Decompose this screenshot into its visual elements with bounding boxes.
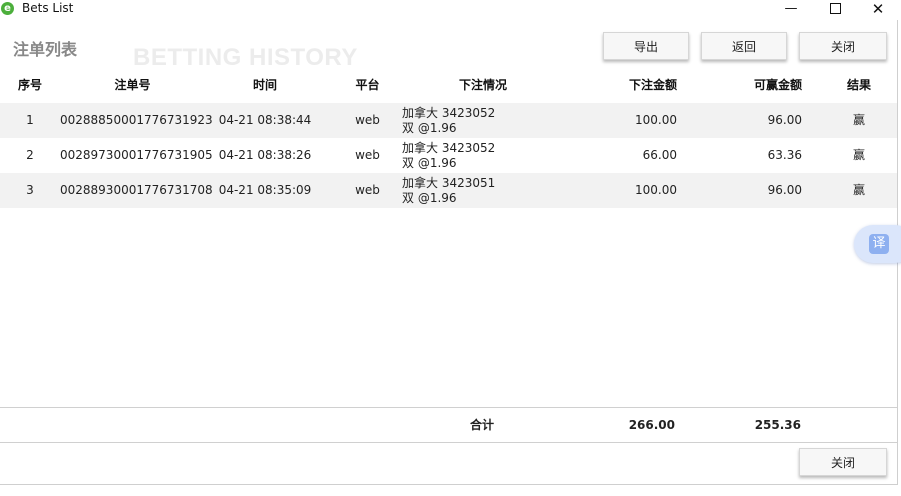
cell-seq: 3: [26, 183, 34, 197]
summary-total-win: 255.36: [754, 418, 801, 432]
bet-line-2: 双 @1.96: [402, 121, 457, 135]
close-button-top[interactable]: 关闭: [799, 32, 887, 60]
cell-bet-id: 00288930001776731708: [60, 183, 213, 197]
minimize-button[interactable]: —: [771, 0, 811, 20]
table-row[interactable]: 2 00289730001776731905 04-21 08:38:26 we…: [0, 138, 897, 173]
content-frame: 注单列表 BETTING HISTORY 导出 返回 关闭 序号 注单号 时间 …: [0, 20, 898, 485]
maximize-icon: [829, 3, 841, 14]
window-close-button[interactable]: ✕: [858, 0, 898, 20]
cell-amount: 66.00: [642, 148, 677, 162]
cell-result: 赢: [852, 113, 865, 127]
cell-platform: web: [355, 113, 380, 127]
back-button[interactable]: 返回: [701, 32, 787, 60]
cell-time: 04-21 08:38:44: [218, 113, 312, 127]
table-header: 序号 注单号 时间 平台 下注情况 下注金额 可赢金额 结果: [0, 67, 897, 103]
cell-amount: 100.00: [635, 113, 677, 127]
column-header-time: 时间: [252, 78, 277, 92]
cell-result: 赢: [852, 148, 865, 162]
cell-win: 96.00: [767, 113, 802, 127]
cell-win: 63.36: [767, 148, 802, 162]
cell-amount: 100.00: [635, 183, 677, 197]
column-header-bet-details: 下注情况: [459, 78, 508, 92]
bet-line-1: 加拿大 3423052: [402, 141, 496, 155]
table-body: 1 00288850001776731923 04-21 08:38:44 we…: [0, 103, 897, 208]
cell-bet-details: 加拿大 3423052 双 @1.96: [402, 141, 542, 176]
summary-label: 合计: [470, 418, 495, 432]
maximize-button[interactable]: [815, 0, 855, 20]
cell-platform: web: [355, 183, 380, 197]
app-icon: e: [1, 2, 14, 15]
bet-line-1: 加拿大 3423052: [402, 106, 496, 120]
column-header-result: 结果: [846, 78, 871, 92]
cell-bet-details: 加拿大 3423051 双 @1.96: [402, 176, 542, 211]
cell-seq: 1: [26, 113, 34, 127]
cell-seq: 2: [26, 148, 34, 162]
bet-line-2: 双 @1.96: [402, 156, 457, 170]
translate-widget[interactable]: 译: [854, 225, 901, 263]
header-bar: 注单列表 BETTING HISTORY 导出 返回 关闭: [0, 20, 897, 71]
bet-line-1: 加拿大 3423051: [402, 176, 496, 190]
close-button-bottom[interactable]: 关闭: [799, 448, 887, 476]
column-header-win: 可赢金额: [753, 78, 802, 92]
window-title: Bets List: [22, 1, 74, 15]
cell-time: 04-21 08:38:26: [218, 148, 312, 162]
page-title: 注单列表: [13, 40, 78, 59]
column-header-seq: 序号: [17, 78, 42, 92]
cell-result: 赢: [852, 183, 865, 197]
column-header-platform: 平台: [355, 78, 380, 92]
column-header-bet-id: 注单号: [114, 78, 151, 92]
export-button[interactable]: 导出: [603, 32, 689, 60]
cell-bet-details: 加拿大 3423052 双 @1.96: [402, 106, 542, 141]
cell-time: 04-21 08:35:09: [218, 183, 312, 197]
cell-bet-id: 00288850001776731923: [60, 113, 213, 127]
column-header-amount: 下注金额: [628, 78, 677, 92]
summary-row: 合计 266.00 255.36: [0, 407, 897, 443]
table-row[interactable]: 1 00288850001776731923 04-21 08:38:44 we…: [0, 103, 897, 138]
cell-platform: web: [355, 148, 380, 162]
cell-bet-id: 00289730001776731905: [60, 148, 213, 162]
table-row[interactable]: 3 00288930001776731708 04-21 08:35:09 we…: [0, 173, 897, 208]
bet-line-2: 双 @1.96: [402, 191, 457, 205]
translate-icon: 译: [869, 234, 889, 254]
window-title-bar: e Bets List — ✕: [0, 0, 901, 20]
summary-total-amount: 266.00: [628, 418, 675, 432]
cell-win: 96.00: [767, 183, 802, 197]
